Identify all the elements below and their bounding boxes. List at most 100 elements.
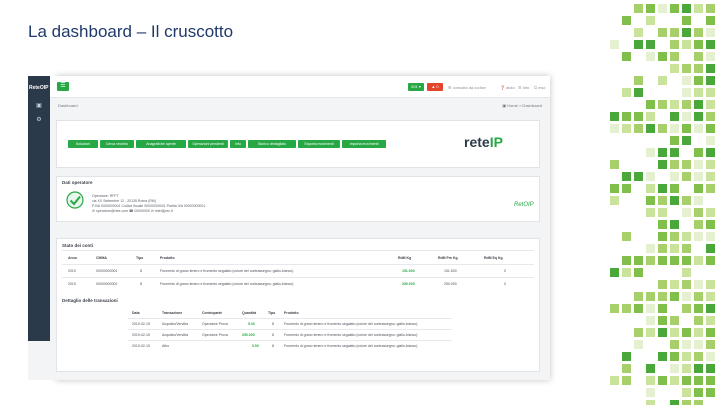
notifications-button[interactable]: 201 ▾ — [408, 83, 424, 91]
lookup-code-link[interactable]: ⚙ consulta da codice — [448, 85, 486, 90]
decorative-square — [694, 388, 703, 397]
decorative-square — [658, 316, 667, 325]
decorative-square — [682, 76, 691, 85]
decorative-square — [646, 364, 655, 373]
decorative-square — [646, 112, 655, 121]
decorative-square — [634, 292, 643, 301]
dashboard-icon[interactable]: ▣ — [35, 102, 43, 110]
help-link[interactable]: ❓ aiuto — [500, 85, 515, 90]
nav-button-search[interactable]: Cerca vecchio — [100, 140, 134, 148]
logo-accent: IP — [489, 134, 503, 150]
hamburger-icon[interactable]: ☰ — [57, 82, 69, 91]
decorative-square — [670, 292, 679, 301]
decorative-square — [670, 64, 679, 73]
decorative-square — [682, 172, 691, 181]
table-cell: 0 — [504, 269, 506, 273]
decorative-square — [670, 148, 679, 157]
tx-header-transaction: Transazione — [162, 311, 183, 315]
decorative-square — [646, 256, 655, 265]
decorative-square — [634, 28, 643, 37]
nav-button-info[interactable]: Info — [230, 140, 246, 148]
col-header-year[interactable]: Anno — [68, 256, 77, 260]
decorative-square — [622, 52, 631, 61]
decorative-square — [646, 184, 655, 193]
tx-header-date: Data — [132, 311, 140, 315]
decorative-square — [622, 364, 631, 373]
decorative-square — [610, 124, 619, 133]
decorative-square — [634, 172, 643, 181]
col-header-rdm-eq[interactable]: RdM Eq Kg — [484, 256, 503, 260]
decorative-square — [694, 76, 703, 85]
decorative-square — [670, 136, 679, 145]
topbar: ☰ 201 ▾ ▲ 0 ⚙ consulta da codice ❓ aiuto… — [50, 76, 550, 98]
nav-button-pending[interactable]: Operazioni pendenti — [188, 140, 228, 148]
decorative-square — [658, 196, 667, 205]
slide: La dashboard – Il cruscotto ▣ ⚙ ReteOIP … — [0, 0, 720, 405]
slide-title: La dashboard – Il cruscotto — [28, 22, 234, 41]
tx-header-product: Prodotto — [284, 311, 299, 315]
settings-icon[interactable]: ⚙ — [35, 116, 43, 124]
decorative-square — [646, 52, 655, 61]
logout-link[interactable]: ⏻ esci — [534, 85, 545, 90]
operator-contacts[interactable]: ✉ operatore@rete.com ☎ 00000000 ✉ rete@p… — [92, 209, 173, 213]
table-cell: 250.000 — [444, 282, 457, 286]
decorative-square — [694, 376, 703, 385]
col-header-rdm[interactable]: RdM Kg — [398, 256, 411, 260]
table-cell: 151.500 — [444, 269, 457, 273]
decorative-square — [670, 220, 679, 229]
nav-button-export[interactable]: Esporta movimenti — [298, 140, 340, 148]
info-link[interactable]: ☰ Info — [518, 85, 529, 90]
nav-button-solutions[interactable]: Soluzioni — [68, 140, 98, 148]
decorative-square — [658, 184, 667, 193]
divider — [62, 264, 534, 265]
decorative-square — [682, 268, 691, 277]
rete-ip-logo: reteIP — [464, 134, 503, 150]
alerts-button[interactable]: ▲ 0 — [427, 83, 443, 91]
nav-button-import[interactable]: Importa movimenti — [342, 140, 386, 148]
decorative-square — [646, 244, 655, 253]
decorative-square — [670, 112, 679, 121]
decorative-square — [646, 4, 655, 13]
decorative-square — [694, 364, 703, 373]
table-cell: 0 — [504, 282, 506, 286]
decorative-square — [610, 268, 619, 277]
breadcrumb: Dashboard ▣ Home > Dashboard — [50, 98, 550, 112]
decorative-square — [670, 100, 679, 109]
col-header-cmma[interactable]: CMMA — [96, 256, 107, 260]
decorative-square — [646, 292, 655, 301]
col-header-type[interactable]: Tipo — [136, 256, 143, 260]
nav-button-history[interactable]: Storico dettagliato — [248, 140, 296, 148]
decorative-square — [658, 124, 667, 133]
decorative-square — [682, 4, 691, 13]
decorative-square — [622, 88, 631, 97]
decorative-square — [670, 28, 679, 37]
decorative-square — [658, 244, 667, 253]
decorative-square — [682, 28, 691, 37]
decorative-square — [706, 304, 715, 313]
table-cell: 00000000002 — [96, 282, 118, 286]
decorative-square — [634, 328, 643, 337]
decorative-square — [682, 208, 691, 217]
col-header-rdm-pm[interactable]: RdM Pm Kg — [438, 256, 458, 260]
decorative-square — [682, 64, 691, 73]
table-cell: 250.000 — [402, 282, 415, 286]
decorative-square — [706, 328, 715, 337]
table-cell: Frumento di grano tenero e frumento sega… — [284, 333, 418, 337]
decorative-square — [706, 220, 715, 229]
decorative-square — [694, 232, 703, 241]
divider — [128, 318, 452, 319]
decorative-square — [706, 112, 715, 121]
decorative-square — [682, 160, 691, 169]
nav-button-registries[interactable]: Anagrafiche aperte — [136, 140, 186, 148]
col-header-product[interactable]: Prodotto — [160, 256, 175, 260]
decorative-square — [622, 352, 631, 361]
decorative-square — [670, 400, 679, 405]
decorative-square — [670, 160, 679, 169]
breadcrumb-path[interactable]: ▣ Home > Dashboard — [502, 103, 542, 108]
table-cell: Acquisto/Vendita — [162, 333, 189, 337]
divider — [128, 329, 452, 330]
decorative-square — [706, 28, 715, 37]
transactions-title: Dettaglio delle transazioni — [62, 298, 118, 303]
decorative-square — [658, 220, 667, 229]
decorative-square — [682, 304, 691, 313]
